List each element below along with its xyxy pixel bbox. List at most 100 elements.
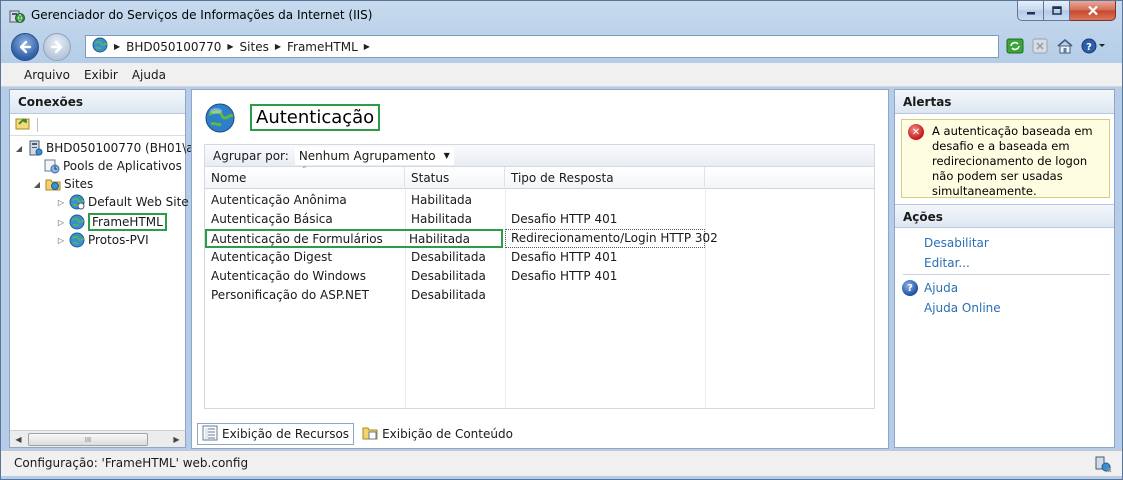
tree-node-protos-pvi[interactable]: ▷ Protos-PVI — [56, 232, 149, 248]
collapse-arrow-icon[interactable]: ◢ — [32, 180, 42, 189]
tree-label-default-web-site: Default Web Site — [88, 195, 189, 209]
maximize-button[interactable] — [1044, 1, 1070, 21]
minimize-icon — [1026, 11, 1035, 14]
cell-status: Desabilitada — [411, 250, 486, 264]
tree-node-pools[interactable]: Pools de Aplicativos — [44, 158, 182, 174]
table-row-selected[interactable]: Autenticação de Formulários Habilitada R… — [205, 229, 874, 248]
table-row[interactable]: Autenticação Digest Desabilitada Desafio… — [205, 248, 874, 267]
menu-bar: Arquivo Exibir Ajuda — [1, 63, 1122, 87]
website-globe-icon — [69, 194, 85, 210]
toolbar-divider — [37, 117, 38, 132]
scroll-right-icon[interactable]: ▶ — [168, 431, 185, 447]
features-view-icon — [202, 425, 218, 444]
cell-status: Desabilitada — [411, 288, 486, 302]
breadcrumb-separator: ▶ — [227, 42, 234, 51]
breadcrumb-server[interactable]: BHD050100770 — [126, 40, 221, 54]
maximize-icon — [1051, 5, 1062, 15]
navigation-bar: ▶ BHD050100770 ▶ Sites ▶ FrameHTML ▶ ? — [1, 31, 1122, 63]
title-bar[interactable]: Gerenciador do Serviços de Informações d… — [1, 1, 1122, 31]
cell-status: Habilitada — [405, 229, 503, 248]
action-edit-link[interactable]: Editar... — [924, 256, 970, 270]
connect-icon — [15, 118, 30, 130]
tree-node-default-web-site[interactable]: ▷ Default Web Site — [56, 194, 189, 210]
status-text: Configuração: 'FrameHTML' web.config — [14, 456, 249, 470]
cell-response — [505, 286, 705, 305]
menu-arquivo[interactable]: Arquivo — [17, 68, 77, 82]
website-globe-icon — [69, 232, 85, 248]
tree-node-sites[interactable]: ◢ Sites — [32, 176, 93, 192]
authentication-globe-icon — [204, 102, 236, 134]
tree-label-sites: Sites — [64, 177, 94, 191]
refresh-button[interactable] — [1005, 36, 1024, 55]
cell-name: Autenticação do Windows — [211, 269, 366, 283]
menu-ajuda[interactable]: Ajuda — [125, 68, 173, 82]
cell-name: Autenticação Digest — [211, 250, 333, 264]
tab-content-view[interactable]: Exibição de Conteúdo — [358, 423, 517, 445]
table-row[interactable]: Autenticação do Windows Desabilitada Des… — [205, 267, 874, 286]
breadcrumb-framehtml[interactable]: FrameHTML — [287, 40, 358, 54]
minimize-button[interactable] — [1017, 1, 1044, 21]
scroll-thumb[interactable]: III — [28, 433, 148, 446]
tree-node-framehtml[interactable]: ▷ FrameHTML — [56, 213, 167, 231]
dropdown-arrow-icon: ▼ — [443, 151, 450, 160]
connections-header: Conexões — [10, 90, 185, 114]
close-icon — [1087, 5, 1098, 16]
help-icon: ? — [902, 280, 918, 296]
page-title: Autenticação — [250, 104, 381, 131]
cell-response: Desafio HTTP 401 — [511, 269, 618, 283]
connections-tree: ◢ BHD050100770 (BH01\ale Pools de Aplica… — [10, 136, 204, 248]
features-pane: Autenticação Agrupar por: Nenhum Agrupam… — [191, 89, 889, 449]
stop-button[interactable] — [1030, 36, 1049, 55]
forward-button[interactable] — [43, 33, 71, 61]
status-bar: Configuração: 'FrameHTML' web.config — [1, 450, 1122, 476]
tab-features-view[interactable]: Exibição de Recursos — [197, 423, 355, 445]
cell-status: Habilitada — [411, 212, 473, 226]
cell-response: Redirecionamento/Login HTTP 302 — [505, 229, 718, 248]
menu-exibir[interactable]: Exibir — [77, 68, 125, 82]
action-help-online-link[interactable]: Ajuda Online — [924, 301, 1001, 315]
column-header-tipo-resposta[interactable]: Tipo de Resposta — [505, 167, 705, 189]
tree-node-server[interactable]: ◢ BHD050100770 (BH01\ale — [14, 140, 204, 156]
svg-text:?: ? — [1086, 42, 1092, 53]
refresh-icon — [1006, 38, 1023, 53]
back-button[interactable] — [11, 33, 39, 61]
group-by-label: Agrupar por: — [213, 148, 289, 163]
close-button[interactable] — [1070, 1, 1116, 21]
app-pools-icon — [44, 158, 60, 174]
action-help-link[interactable]: Ajuda — [924, 281, 958, 295]
expand-arrow-icon[interactable]: ▷ — [56, 236, 66, 245]
help-menu-button[interactable]: ? — [1080, 36, 1108, 55]
table-row[interactable]: Autenticação Básica Habilitada Desafio H… — [205, 210, 874, 229]
connections-horizontal-scrollbar[interactable]: ◀ III ▶ — [10, 430, 185, 447]
actions-header: Ações — [895, 204, 1114, 228]
tree-label-pools: Pools de Aplicativos — [63, 159, 182, 173]
table-row[interactable]: Autenticação Anônima Habilitada — [205, 191, 874, 210]
website-globe-icon — [69, 214, 85, 230]
breadcrumb-separator[interactable]: ▶ — [364, 42, 370, 51]
toolbar-icons: ? — [1005, 36, 1108, 55]
help-dropdown-icon: ? — [1081, 38, 1105, 53]
expand-arrow-icon[interactable]: ▷ — [56, 218, 66, 227]
cell-response: Desafio HTTP 401 — [511, 250, 618, 264]
sites-folder-icon — [45, 176, 61, 192]
server-icon — [27, 140, 43, 156]
address-bar[interactable]: ▶ BHD050100770 ▶ Sites ▶ FrameHTML ▶ — [85, 35, 999, 58]
expand-arrow-icon[interactable]: ▷ — [56, 198, 66, 207]
view-tabs: Exibição de Recursos Exibição de Conteúd… — [197, 423, 517, 445]
column-header-status[interactable]: Status — [405, 167, 505, 189]
authentication-table: ⌃ Nome Status Tipo de Resposta Autentica… — [204, 165, 875, 409]
window-title: Gerenciador do Serviços de Informações d… — [31, 8, 373, 22]
home-button[interactable] — [1055, 36, 1074, 55]
window-controls — [1017, 1, 1116, 21]
collapse-arrow-icon[interactable]: ◢ — [14, 144, 24, 153]
breadcrumb-sites[interactable]: Sites — [240, 40, 269, 54]
group-by-select[interactable]: Nenhum Agrupamento ▼ — [294, 146, 454, 165]
table-row[interactable]: Personificação do ASP.NET Desabilitada — [205, 286, 874, 305]
scroll-left-icon[interactable]: ◀ — [10, 431, 27, 447]
action-disable-link[interactable]: Desabilitar — [924, 236, 989, 250]
tab-content-label: Exibição de Conteúdo — [382, 427, 513, 441]
column-header-nome[interactable]: Nome — [205, 167, 405, 189]
connect-button[interactable] — [15, 115, 31, 134]
globe-icon — [92, 37, 108, 56]
breadcrumb-separator: ▶ — [114, 42, 121, 51]
